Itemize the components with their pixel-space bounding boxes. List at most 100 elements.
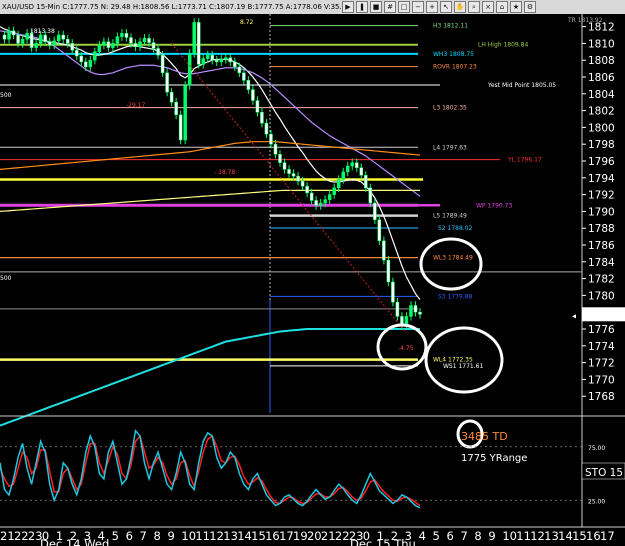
level-label: WH3 1808.75 bbox=[433, 51, 474, 58]
x-tick-label: 13 bbox=[223, 529, 238, 543]
x-tick-label: 11 bbox=[516, 529, 531, 543]
candle-body bbox=[251, 89, 255, 101]
candle-body bbox=[47, 41, 52, 46]
candle-body bbox=[287, 169, 291, 174]
sto-tick-label: 25.00 bbox=[588, 498, 605, 505]
candle-body bbox=[291, 173, 296, 177]
candle-body bbox=[377, 219, 382, 242]
level-label: H3 1812.11 bbox=[433, 23, 468, 30]
candle-body bbox=[169, 91, 174, 103]
candle-body bbox=[29, 33, 34, 48]
level-label: YL 1796.17 bbox=[507, 157, 542, 164]
x-tick-label: 8 bbox=[153, 529, 160, 543]
left-label: 500 bbox=[0, 92, 12, 99]
level-label: S2 1788.02 bbox=[438, 225, 473, 232]
x-tick-label: 19 bbox=[293, 529, 308, 543]
candle-body bbox=[413, 305, 418, 313]
x-tick-label: 20 bbox=[307, 529, 322, 543]
level-label: Yest Mid Point 1805.05 bbox=[487, 82, 556, 89]
candle-body bbox=[38, 34, 43, 44]
x-tick-label: 6 bbox=[447, 529, 454, 543]
sto-k-line bbox=[0, 428, 421, 509]
candle-body bbox=[215, 59, 219, 63]
candle-body bbox=[260, 112, 264, 124]
y-tick-label: 1790 bbox=[588, 206, 615, 218]
candle-body bbox=[2, 34, 7, 40]
candle-body bbox=[16, 34, 20, 44]
level-label: LH High 1809.84 bbox=[478, 42, 528, 49]
x-tick-label: 16 bbox=[586, 529, 601, 543]
candle-body bbox=[255, 100, 260, 113]
topright-label: TR 1813.92 bbox=[567, 17, 603, 24]
x-tick-label: 12 bbox=[209, 529, 224, 543]
candle-body bbox=[25, 33, 29, 40]
candle-body bbox=[43, 34, 47, 42]
level-label: L4 1797.63 bbox=[433, 144, 467, 151]
candle-body bbox=[336, 179, 341, 189]
candle-body bbox=[70, 43, 75, 51]
candle-body bbox=[355, 162, 359, 168]
candle-body bbox=[278, 154, 282, 163]
candle-body bbox=[183, 85, 187, 141]
y-tick-label: 1772 bbox=[588, 358, 615, 370]
candle-body bbox=[156, 48, 160, 56]
candle-body bbox=[373, 202, 377, 221]
x-tick-label: 13 bbox=[544, 529, 559, 543]
candle-body bbox=[314, 200, 318, 206]
x-tick-label: 9 bbox=[488, 529, 495, 543]
candle-body bbox=[219, 59, 224, 63]
level-label: WP 1790.73 bbox=[476, 202, 512, 209]
candle-body bbox=[88, 59, 93, 68]
sto-tick-label: 75.00 bbox=[588, 445, 605, 452]
candle-body bbox=[187, 53, 192, 86]
candle-body bbox=[300, 180, 305, 187]
candle-body bbox=[106, 41, 111, 48]
top-label: 8.72 bbox=[240, 19, 254, 26]
x-tick-label: 22 bbox=[14, 529, 29, 543]
candle-body bbox=[11, 30, 16, 36]
candle-body bbox=[205, 54, 210, 59]
candle-body bbox=[233, 61, 237, 68]
x-tick-label: 12 bbox=[530, 529, 545, 543]
y-tick-label: 1780 bbox=[588, 290, 615, 302]
candle-body bbox=[273, 143, 278, 155]
candle-body bbox=[350, 162, 355, 167]
chart: 1812181018081806180418021800179817961794… bbox=[0, 14, 625, 546]
lo-label: - 18.78 bbox=[214, 169, 235, 176]
candle-body bbox=[318, 202, 323, 206]
candle-body bbox=[418, 311, 422, 315]
x-tick-label: 7 bbox=[460, 529, 467, 543]
candle-body bbox=[124, 33, 129, 38]
y-tick-label: 1776 bbox=[588, 324, 615, 336]
candle-body bbox=[368, 187, 373, 204]
candle-body bbox=[359, 167, 364, 176]
date-label: Dec 15 Thu bbox=[350, 537, 416, 546]
x-tick-label: 16 bbox=[265, 529, 280, 543]
price-pointer-icon: ◂ bbox=[572, 311, 576, 320]
x-tick-label: 4 bbox=[419, 529, 426, 543]
candle-body bbox=[309, 192, 314, 201]
candle-body bbox=[242, 72, 246, 81]
x-tick-label: 11 bbox=[195, 529, 210, 543]
x-tick-label: 17 bbox=[600, 529, 615, 543]
x-tick-label: 17 bbox=[279, 529, 294, 543]
x-tick-label: 9 bbox=[167, 529, 174, 543]
y-tick-label: 1786 bbox=[588, 240, 615, 252]
candle-body bbox=[65, 38, 70, 44]
x-tick-label: 15 bbox=[251, 529, 266, 543]
candle-body bbox=[142, 38, 147, 42]
candle-body bbox=[115, 36, 120, 44]
y-tick-label: 1770 bbox=[588, 374, 615, 386]
x-tick-label: 5 bbox=[112, 529, 119, 543]
y-tick-label: 1782 bbox=[588, 274, 615, 286]
y-tick-label: 1810 bbox=[588, 38, 615, 50]
y-tick-label: 1800 bbox=[588, 122, 615, 134]
y-tick-label: 1796 bbox=[588, 156, 615, 168]
x-tick-label: 8 bbox=[474, 529, 481, 543]
level-label: WS1 1771.61 bbox=[443, 363, 483, 370]
candle-body bbox=[196, 22, 201, 65]
x-tick-label: 5 bbox=[433, 529, 440, 543]
x-tick-label: 14 bbox=[237, 529, 252, 543]
price-marker: 1777.75 bbox=[587, 309, 625, 321]
candle-body bbox=[151, 42, 156, 49]
